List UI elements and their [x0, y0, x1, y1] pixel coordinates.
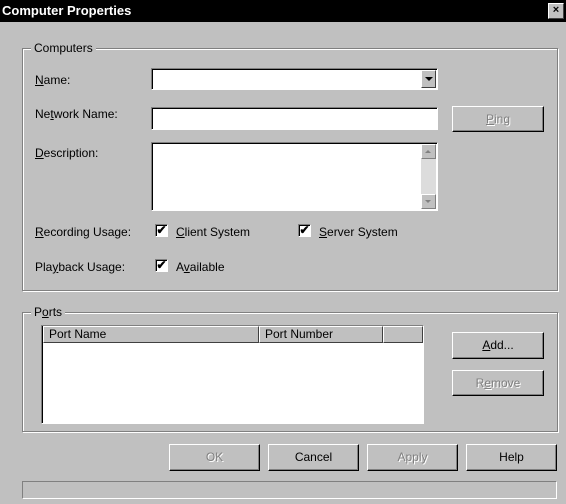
available-checkbox[interactable]: ✔: [155, 259, 168, 272]
check-icon: ✔: [156, 258, 167, 272]
playback-usage-label: Playback Usage:: [35, 260, 126, 274]
computers-group-label: Computers: [31, 41, 96, 55]
status-bar: [22, 481, 557, 499]
ports-list[interactable]: Port Name Port Number: [41, 325, 424, 424]
close-button[interactable]: ×: [548, 3, 564, 19]
add-port-button[interactable]: Add...: [452, 332, 544, 359]
name-dropdown[interactable]: [151, 68, 438, 90]
column-header-extra[interactable]: [383, 326, 423, 343]
scroll-up-icon[interactable]: [421, 144, 436, 159]
scroll-down-icon[interactable]: [421, 194, 436, 209]
server-system-label[interactable]: Server System: [319, 225, 398, 239]
network-name-label: Network Name:: [35, 107, 118, 121]
column-header-port-number[interactable]: Port Number: [259, 326, 383, 343]
available-label[interactable]: Available: [176, 260, 225, 274]
window-title: Computer Properties: [2, 3, 132, 18]
column-header-port-name[interactable]: Port Name: [43, 326, 259, 343]
ok-button[interactable]: OK: [169, 444, 260, 471]
check-icon: ✔: [299, 223, 310, 237]
check-icon: ✔: [156, 223, 167, 237]
remove-port-button[interactable]: Remove: [452, 370, 544, 396]
client-system-checkbox[interactable]: ✔: [155, 224, 168, 237]
description-scrollbar[interactable]: [421, 144, 436, 209]
cancel-button[interactable]: Cancel: [268, 444, 359, 471]
help-button[interactable]: Help: [466, 444, 557, 471]
description-label: Description:: [35, 146, 99, 160]
chevron-down-icon[interactable]: [421, 70, 436, 88]
ping-button[interactable]: Ping: [452, 106, 544, 132]
close-icon: ×: [552, 4, 560, 16]
apply-button[interactable]: Apply: [367, 444, 458, 471]
recording-usage-label: Recording Usage:: [35, 225, 132, 239]
server-system-checkbox[interactable]: ✔: [298, 224, 311, 237]
title-bar: Computer Properties ×: [0, 0, 566, 22]
ports-group-label: Ports: [31, 305, 66, 319]
description-field[interactable]: [151, 142, 438, 211]
name-label: Name:: [35, 73, 71, 87]
network-name-field[interactable]: [151, 107, 438, 130]
client-system-label[interactable]: Client System: [176, 225, 250, 239]
